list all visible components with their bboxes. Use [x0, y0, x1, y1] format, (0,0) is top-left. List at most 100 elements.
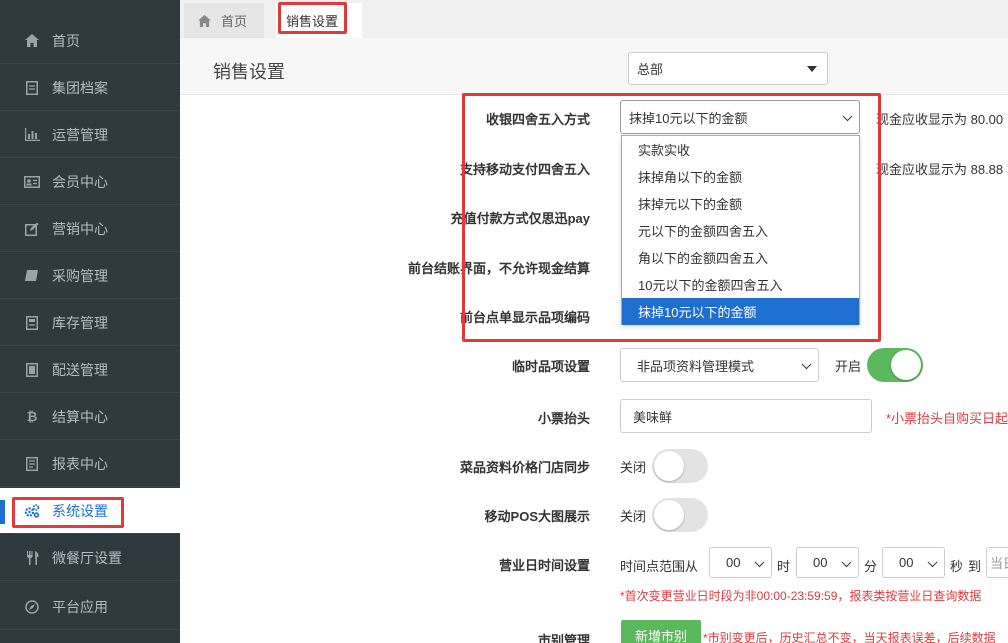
sidebar-item-home[interactable]: 首页 [0, 18, 180, 64]
dropdown-option[interactable]: 10元以下的金额四舍五入 [622, 271, 859, 298]
minute-unit: 分 [864, 559, 878, 574]
active-indicator [0, 500, 5, 524]
report-icon [24, 456, 40, 472]
receipt-header-label: 小票抬头 [537, 411, 590, 426]
caret-down-icon [807, 65, 817, 72]
chevron-down-icon [927, 556, 938, 567]
rounding-label: 收银四舍五入方式 [485, 112, 590, 127]
sidebar-item-label: 结算中心 [52, 408, 108, 425]
no-cash-label: 前台结账界面，不允许现金结算 [407, 261, 590, 276]
sidebar-item-operations[interactable]: 运营管理 [0, 112, 180, 158]
toggle-knob [654, 500, 684, 530]
toggle-knob [891, 350, 921, 380]
receipt-header-note: *小票抬头自购买日起 [886, 411, 1008, 426]
sidebar-item-label: 首页 [52, 32, 80, 49]
cogs-icon [24, 503, 40, 519]
temp-item-select[interactable]: 非品项资料管理模式 [620, 348, 819, 382]
price-sync-label: 菜品资料价格门店同步 [459, 460, 590, 475]
sidebar-item-label: 平台应用 [52, 598, 108, 615]
home-icon [24, 33, 40, 49]
temp-item-toggle[interactable] [867, 348, 923, 382]
sidebar-item-label: 运营管理 [52, 126, 108, 143]
sidebar-item-label: 营销中心 [52, 220, 108, 237]
inventory-icon [24, 315, 40, 331]
range-to: 到 [968, 559, 982, 574]
hour-unit: 时 [777, 559, 791, 574]
sidebar-item-delivery[interactable]: 配送管理 [0, 347, 180, 393]
start-second-value: 00 [899, 555, 914, 570]
show-code-label: 前台点单显示品项编码 [459, 310, 590, 325]
sidebar-item-micro-restaurant[interactable]: 微餐厅设置 [0, 535, 180, 581]
branch-select-value: 总部 [637, 62, 664, 77]
dropdown-option[interactable]: 角以下的金额四舍五入 [622, 244, 859, 271]
id-card-icon [24, 174, 40, 190]
chevron-down-icon [801, 359, 812, 370]
rounding-select[interactable]: 抹掉10元以下的金额 [620, 100, 860, 134]
dropdown-option-selected[interactable]: 抹掉10元以下的金额 [622, 298, 859, 325]
tab-label: 销售设置 [286, 14, 339, 29]
pos-image-label: 移动POS大图展示 [484, 509, 590, 524]
page-title: 销售设置 [213, 62, 285, 82]
end-time-select[interactable]: 当日 [986, 547, 1008, 578]
price-sync-toggle[interactable] [652, 449, 708, 483]
sidebar-item-marketing[interactable]: 营销中心 [0, 206, 180, 252]
sidebar-item-label: 报表中心 [52, 455, 108, 472]
tab-bar: 首页 销售设置 [180, 0, 1008, 38]
market-label: 市别管理 [537, 633, 590, 643]
sidebar-item-settlement[interactable]: ₿ 结算中心 [0, 394, 180, 440]
chevron-down-icon [754, 556, 765, 567]
dropdown-option[interactable]: 实款实收 [622, 136, 859, 163]
sidebar-item-label: 系统设置 [52, 502, 108, 519]
edit-icon [24, 221, 40, 237]
recharge-pay-label: 充值付款方式仅思迅pay [450, 211, 590, 226]
temp-item-select-value: 非品项资料管理模式 [637, 358, 755, 374]
toggle-knob [654, 451, 684, 481]
sidebar-item-members[interactable]: 会员中心 [0, 159, 180, 205]
sidebar: 首页 集团档案 运营管理 会员中心 营销中心 采购管理 库存管理 配送管理 ₿ … [0, 0, 180, 643]
delivery-icon [24, 362, 40, 378]
file-icon [24, 80, 40, 96]
dropdown-option[interactable]: 抹掉角以下的金额 [622, 163, 859, 190]
home-icon [198, 14, 211, 27]
sidebar-item-inventory[interactable]: 库存管理 [0, 300, 180, 346]
rounding-note: 现金应收显示为 80.00 [876, 112, 1004, 127]
start-hour-select[interactable]: 00 [709, 547, 772, 578]
market-note: *市别变更后，历史汇总不变，当天报表误差，后续数据 [703, 631, 996, 643]
end-time-value: 当日 [990, 556, 1008, 571]
rounding-select-value: 抹掉10元以下的金额 [629, 110, 748, 126]
start-hour-value: 00 [726, 555, 741, 570]
bitcoin-icon: ₿ [26, 409, 38, 424]
mobile-rounding-note: 现金应收显示为 88.88 [876, 162, 1004, 177]
cutlery-icon [24, 550, 40, 566]
start-second-select[interactable]: 00 [882, 547, 945, 578]
business-time-label: 营业日时间设置 [498, 558, 590, 573]
pos-image-toggle[interactable] [652, 498, 708, 532]
start-minute-value: 00 [813, 555, 828, 570]
sidebar-item-system-settings[interactable]: 系统设置 [0, 488, 180, 534]
sidebar-item-label: 采购管理 [52, 267, 108, 284]
temp-item-switch-label: 开启 [835, 359, 862, 374]
mobile-rounding-label: 支持移动支付四舍五入 [459, 162, 590, 177]
tab-home[interactable]: 首页 [184, 3, 264, 38]
dropdown-option[interactable]: 抹掉元以下的金额 [622, 190, 859, 217]
temp-item-label: 临时品项设置 [511, 359, 590, 374]
page-header: 销售设置 总部 [180, 38, 1008, 95]
tab-sales-settings[interactable]: 销售设置 [276, 3, 362, 38]
branch-select[interactable]: 总部 [628, 52, 828, 85]
sidebar-item-purchasing[interactable]: 采购管理 [0, 253, 180, 299]
sidebar-item-platform-apps[interactable]: 平台应用 [0, 584, 180, 630]
sidebar-item-group-archive[interactable]: 集团档案 [0, 65, 180, 111]
bar-chart-icon [24, 127, 40, 143]
sidebar-item-label: 微餐厅设置 [52, 549, 122, 566]
dropdown-option[interactable]: 元以下的金额四舍五入 [622, 217, 859, 244]
tab-label: 首页 [221, 14, 248, 29]
receipt-header-input[interactable]: 美味鲜 [620, 399, 872, 433]
pos-image-switch-label: 关闭 [620, 509, 647, 524]
sidebar-item-reports[interactable]: 报表中心 [0, 441, 180, 487]
add-market-button[interactable]: 新增市别 [621, 620, 701, 643]
book-icon [24, 268, 40, 284]
sidebar-item-label: 集团档案 [52, 79, 108, 96]
start-minute-select[interactable]: 00 [796, 547, 859, 578]
sidebar-item-label: 配送管理 [52, 361, 108, 378]
chevron-down-icon [842, 111, 853, 122]
